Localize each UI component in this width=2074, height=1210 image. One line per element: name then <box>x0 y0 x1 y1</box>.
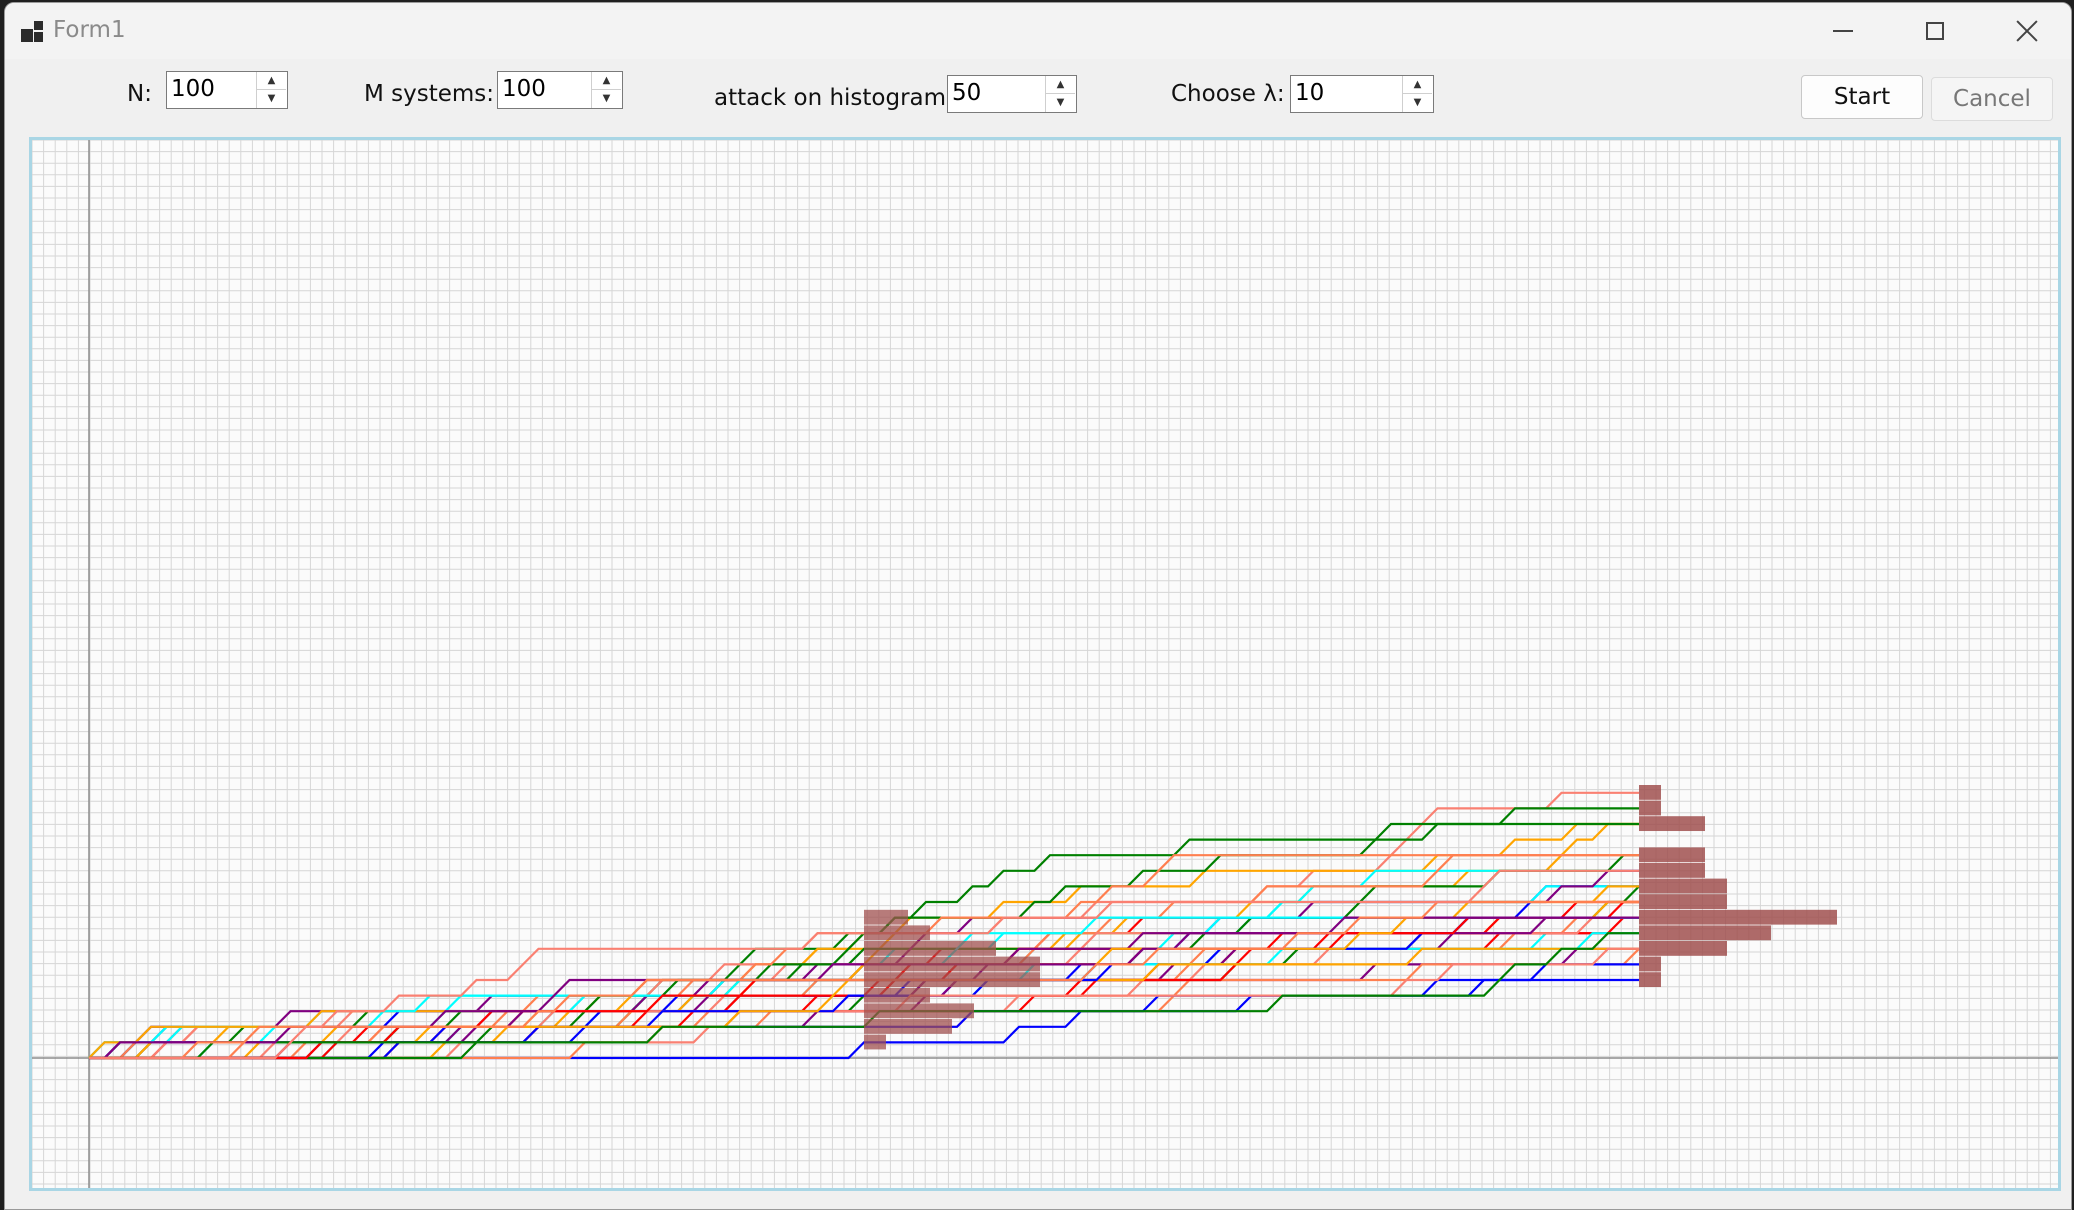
m-down-arrow-icon[interactable]: ▼ <box>592 90 621 107</box>
n-stepper[interactable]: ▲▼ <box>166 71 288 109</box>
attack-label: attack on histogram <box>714 85 947 111</box>
histogram-bar <box>1639 863 1705 878</box>
random-walk-plot <box>32 140 2058 1188</box>
histogram-bar <box>1639 909 1837 925</box>
close-button[interactable] <box>1981 3 2071 59</box>
histogram-bar <box>1639 878 1727 894</box>
histogram-bar <box>864 1034 886 1050</box>
histogram-bar <box>1639 925 1771 941</box>
attack-stepper[interactable]: ▲▼ <box>947 75 1077 113</box>
histogram-bar <box>864 909 908 925</box>
histogram-bar <box>864 1019 952 1034</box>
histogram-bar <box>1639 785 1661 800</box>
cancel-button[interactable]: Cancel <box>1931 77 2053 121</box>
m-systems-stepper[interactable]: ▲▼ <box>497 71 623 109</box>
histogram-bar <box>864 1003 974 1019</box>
histogram-bar <box>1639 816 1705 832</box>
title-bar: Form1 <box>5 3 2071 59</box>
histogram-bar <box>864 956 1040 972</box>
histogram-bar <box>1639 972 1661 988</box>
lambda-stepper[interactable]: ▲▼ <box>1290 75 1434 113</box>
histogram-bar <box>864 925 930 941</box>
main-window: Form1 N: ▲▼ M systems: ▲▼ attack on hist… <box>4 2 2072 1210</box>
lambda-input[interactable] <box>1293 78 1403 108</box>
maximize-button[interactable] <box>1889 3 1981 59</box>
lambda-down-arrow-icon[interactable]: ▼ <box>1403 94 1432 111</box>
attack-up-arrow-icon[interactable]: ▲ <box>1046 76 1075 94</box>
n-label: N: <box>127 81 152 107</box>
lambda-label: Choose λ: <box>1171 81 1285 107</box>
plot-panel <box>29 137 2061 1191</box>
lambda-up-arrow-icon[interactable]: ▲ <box>1403 76 1432 94</box>
m-systems-input[interactable] <box>500 74 592 104</box>
histogram-bar <box>864 941 996 956</box>
attack-down-arrow-icon[interactable]: ▼ <box>1046 94 1075 111</box>
histogram-bar <box>1639 800 1661 816</box>
window-title: Form1 <box>53 17 126 43</box>
minimize-icon <box>1833 30 1853 32</box>
close-icon <box>2016 20 2038 42</box>
n-up-arrow-icon[interactable]: ▲ <box>257 72 286 90</box>
histogram-bar <box>1639 956 1661 972</box>
m-up-arrow-icon[interactable]: ▲ <box>592 72 621 90</box>
n-down-arrow-icon[interactable]: ▼ <box>257 90 286 107</box>
n-input[interactable] <box>169 74 257 104</box>
attack-input[interactable] <box>950 78 1046 108</box>
minimize-button[interactable] <box>1797 3 1889 59</box>
maximize-icon <box>1926 22 1944 40</box>
start-button[interactable]: Start <box>1801 75 1923 119</box>
histogram-bar <box>864 972 1040 988</box>
app-icon <box>21 19 47 43</box>
histogram-bar <box>864 987 930 1003</box>
histogram-bar <box>1639 894 1727 910</box>
histogram-bar <box>1639 847 1705 863</box>
histogram-bar <box>1639 941 1727 956</box>
grid-lines <box>32 140 2058 1188</box>
m-systems-label: M systems: <box>364 81 495 107</box>
